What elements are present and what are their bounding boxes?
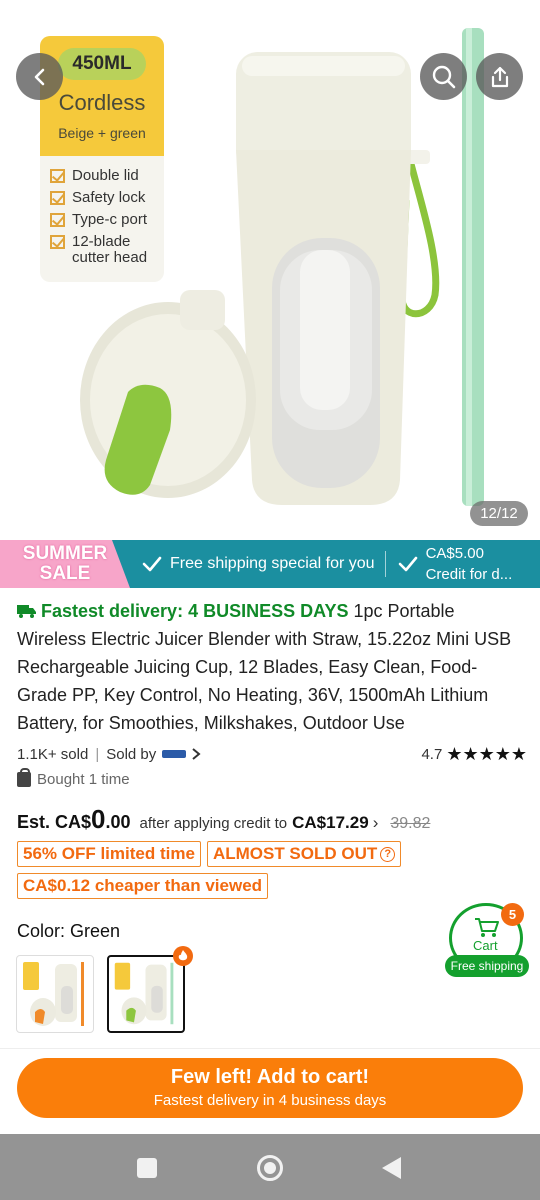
price-row[interactable]: Est. CA$0.00 after applying credit to CA… bbox=[17, 804, 527, 840]
summer-sale-badge: SUMMER SALE bbox=[0, 540, 130, 588]
search-icon bbox=[432, 65, 455, 88]
free-shipping-pill: Free shipping bbox=[445, 955, 529, 977]
back-button[interactable] bbox=[16, 53, 63, 100]
product-image-carousel[interactable]: 450ML Cordless Beige + green Double lid … bbox=[0, 0, 540, 540]
star-rating-icon: ★★★★★ bbox=[446, 743, 527, 764]
delivery-promise: Fastest delivery: 4 BUSINESS DAYS bbox=[17, 601, 348, 621]
recent-apps-button[interactable] bbox=[137, 1158, 157, 1178]
cart-icon bbox=[475, 918, 499, 937]
label-subtitle: Beige + green bbox=[58, 125, 146, 141]
capacity-pill: 450ML bbox=[58, 48, 146, 80]
feature-item: 12-blade cutter head bbox=[50, 234, 164, 266]
discount-badge: 56% OFF limited time bbox=[17, 841, 201, 867]
hot-icon bbox=[173, 946, 193, 966]
system-navigation-bar bbox=[0, 1134, 540, 1200]
check-icon bbox=[50, 213, 65, 227]
truck-icon bbox=[17, 605, 36, 618]
check-icon bbox=[142, 556, 162, 572]
check-icon bbox=[50, 169, 65, 183]
promo-divider bbox=[384, 551, 386, 577]
credit-promo: CA$5.00 Credit for d... bbox=[398, 543, 512, 585]
chevron-right-icon: › bbox=[372, 813, 379, 832]
add-to-cart-button[interactable]: Few left! Add to cart! Fastest delivery … bbox=[17, 1058, 523, 1118]
cart-count-badge: 5 bbox=[501, 903, 524, 926]
rating-value: 4.7 bbox=[421, 745, 443, 763]
product-meta: 1.1K+ sold | Sold by 4.7 ★★★★★ bbox=[17, 744, 527, 764]
meta-separator: | bbox=[95, 745, 100, 763]
cart-label: Cart bbox=[473, 938, 498, 953]
info-icon: ? bbox=[380, 846, 396, 862]
sold-count: 1.1K+ sold bbox=[17, 745, 89, 763]
add-to-cart-sublabel: Fastest delivery in 4 business days bbox=[153, 1092, 387, 1109]
cheaper-than-viewed-badge: CA$0.12 cheaper than viewed bbox=[17, 873, 269, 899]
swatch-thumbnail bbox=[23, 962, 84, 1026]
floating-cart-button[interactable]: Cart 5 Free shipping bbox=[445, 903, 529, 981]
search-button[interactable] bbox=[420, 53, 467, 100]
check-icon bbox=[50, 235, 65, 249]
seller-logo bbox=[162, 750, 187, 758]
color-swatch-green-selected[interactable] bbox=[107, 955, 185, 1033]
promo-banner[interactable]: SUMMER SALE Free shipping special for yo… bbox=[0, 540, 540, 588]
product-title: Fastest delivery: 4 BUSINESS DAYS 1pc Po… bbox=[17, 597, 527, 737]
feature-item: Type-c port bbox=[50, 212, 164, 228]
check-icon bbox=[398, 556, 417, 572]
free-shipping-promo: Free shipping special for you bbox=[142, 555, 375, 573]
feature-item: Safety lock bbox=[50, 190, 164, 206]
section-divider bbox=[0, 1048, 540, 1049]
swatch-thumbnail bbox=[114, 962, 174, 1025]
purchase-history: Bought 1 time bbox=[17, 768, 130, 788]
home-button[interactable] bbox=[257, 1155, 283, 1181]
color-swatch-option[interactable] bbox=[16, 955, 94, 1033]
chevron-left-icon bbox=[34, 68, 44, 85]
share-icon bbox=[491, 66, 508, 87]
chevron-right-icon bbox=[192, 748, 201, 760]
credit-note: after applying credit to bbox=[139, 815, 288, 832]
shopping-bag-icon bbox=[17, 768, 31, 787]
share-button[interactable] bbox=[476, 53, 523, 100]
almost-sold-out-badge[interactable]: ALMOST SOLD OUT? bbox=[206, 841, 402, 867]
deal-badges: 56% OFF limited time ALMOST SOLD OUT? CA… bbox=[17, 841, 527, 905]
estimated-price: Est. CA$0.00 bbox=[17, 804, 131, 834]
original-price: 39.82 bbox=[390, 815, 431, 832]
sold-by-link[interactable]: Sold by bbox=[106, 746, 202, 763]
check-icon bbox=[50, 191, 65, 205]
color-label: Color: Green bbox=[17, 921, 121, 941]
label-title: Cordless bbox=[58, 90, 146, 115]
image-counter: 12/12 bbox=[470, 501, 528, 526]
system-back-button[interactable] bbox=[382, 1157, 401, 1179]
credit-price: CA$17.29 bbox=[292, 813, 369, 832]
add-to-cart-label: Few left! Add to cart! bbox=[170, 1066, 370, 1088]
rating[interactable]: 4.7 ★★★★★ bbox=[421, 744, 527, 765]
feature-item: Double lid bbox=[50, 168, 164, 184]
